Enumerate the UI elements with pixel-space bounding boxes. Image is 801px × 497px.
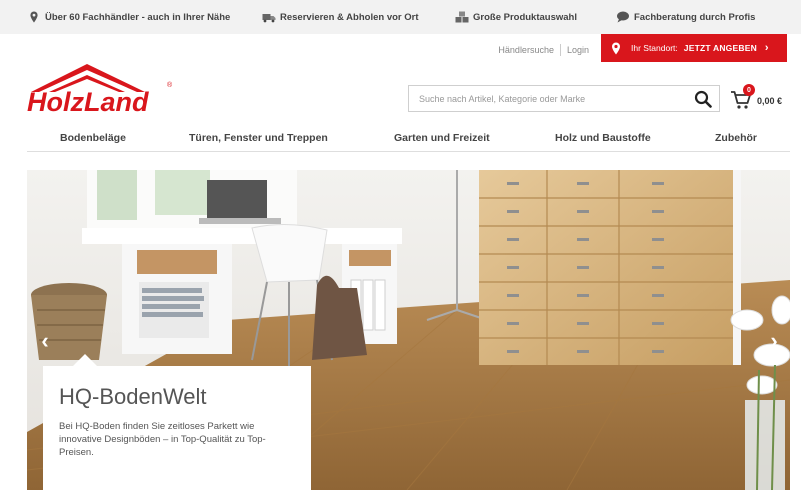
- slider-prev-button[interactable]: ‹: [35, 330, 55, 352]
- boxes-icon: [455, 11, 469, 23]
- nav-item-holz[interactable]: Holz und Baustoffe: [555, 132, 651, 144]
- nav-item-garten[interactable]: Garten und Freizeit: [394, 132, 490, 144]
- nav-item-zubehoer[interactable]: Zubehör: [715, 132, 757, 144]
- speech-bubble-icon: [616, 11, 630, 23]
- login-link[interactable]: Login: [567, 45, 589, 55]
- hero-caption[interactable]: HQ-BodenWelt Bei HQ-Boden finden Sie zei…: [43, 354, 311, 490]
- nav-item-bodenbelaege[interactable]: Bodenbeläge: [60, 132, 126, 144]
- hero-slider: ‹ › HQ-BodenWelt Bei HQ-Boden finden Sie…: [27, 170, 790, 490]
- map-pin-icon: [27, 11, 41, 23]
- location-pin-icon: [611, 42, 621, 55]
- search-input[interactable]: [409, 86, 689, 111]
- search-box: [408, 85, 720, 112]
- truck-icon: [262, 11, 276, 23]
- divider: [559, 44, 561, 56]
- usp-assortment: Große Produktauswahl: [455, 10, 577, 24]
- usp-reserve: Reservieren & Abholen vor Ort: [262, 10, 419, 24]
- usp-dealers: Über 60 Fachhändler - auch in Ihrer Nähe: [27, 10, 230, 24]
- main-nav: Bodenbeläge Türen, Fenster und Treppen G…: [27, 124, 790, 152]
- cart-count-badge: 0: [743, 84, 755, 96]
- usp-bar: Über 60 Fachhändler - auch in Ihrer Nähe…: [0, 0, 801, 34]
- location-label: Ihr Standort:: [631, 43, 678, 53]
- dealer-search-link[interactable]: Händlersuche: [498, 45, 554, 55]
- chevron-right-icon: ›: [764, 42, 769, 54]
- top-links: Händlersuche Login: [498, 39, 589, 61]
- logo-registered-mark: ®: [167, 81, 173, 89]
- holzland-logo[interactable]: HolzLand ®: [27, 62, 177, 116]
- usp-advice: Fachberatung durch Profis: [616, 10, 755, 24]
- cart-amount: 0,00 €: [757, 96, 783, 106]
- location-cta: JETZT ANGEBEN: [683, 43, 757, 53]
- location-button[interactable]: Ihr Standort: JETZT ANGEBEN ›: [601, 34, 787, 62]
- search-icon[interactable]: [694, 90, 712, 108]
- hero-title: HQ-BodenWelt: [59, 384, 207, 409]
- cart-button[interactable]: 0 0,00 €: [730, 84, 792, 114]
- nav-item-tueren[interactable]: Türen, Fenster und Treppen: [189, 132, 328, 144]
- slider-next-button[interactable]: ›: [764, 330, 784, 352]
- hero-text: Bei HQ-Boden finden Sie zeitloses Parket…: [59, 421, 266, 458]
- logo-wordmark: HolzLand: [27, 87, 149, 116]
